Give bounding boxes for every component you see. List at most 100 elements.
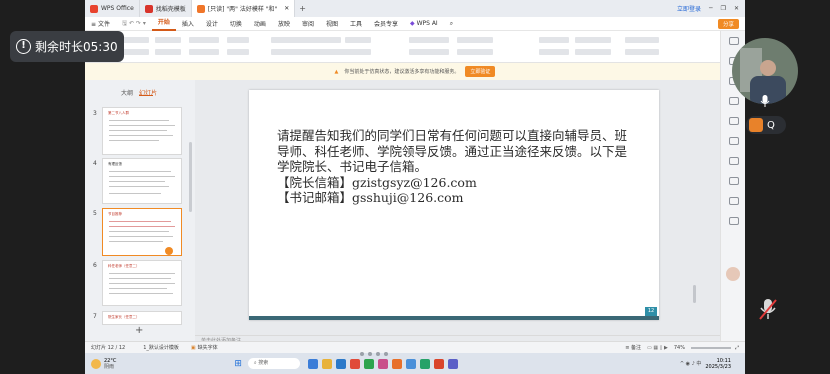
mic-muted-icon[interactable] xyxy=(755,295,781,325)
thumb-scrollbar[interactable] xyxy=(189,142,192,212)
new-tab-icon[interactable]: + xyxy=(299,4,306,13)
ribbon-button[interactable] xyxy=(539,49,569,55)
theme-name[interactable]: 1_默认设计模板 xyxy=(125,344,179,351)
animation-icon[interactable] xyxy=(729,97,739,105)
close-tab-icon[interactable]: ✕ xyxy=(284,5,289,12)
settings-icon[interactable] xyxy=(729,157,739,165)
app-icon[interactable] xyxy=(349,358,360,369)
app-icon[interactable] xyxy=(405,358,416,369)
zoom-level[interactable]: 74% xyxy=(674,345,691,351)
ribbon-button[interactable] xyxy=(539,37,569,43)
fit-window-icon[interactable]: ⤢ xyxy=(735,345,745,351)
paragraph-buttons[interactable] xyxy=(409,49,449,55)
search-icon[interactable]: ⌕ xyxy=(444,20,459,28)
menu-view[interactable]: 视图 xyxy=(320,19,344,28)
select-button[interactable] xyxy=(625,49,659,55)
slide-thumbnail[interactable]: 院生家长（任意二） xyxy=(102,311,182,325)
menu-file[interactable]: ≡ 文件 xyxy=(85,19,116,28)
wps-taskbar-icon[interactable] xyxy=(391,358,402,369)
ribbon-button[interactable] xyxy=(227,37,249,43)
menu-insert[interactable]: 插入 xyxy=(176,19,200,28)
menu-transition[interactable]: 切换 xyxy=(224,19,248,28)
slide-thumbnail[interactable]: 科任老师（任意二） xyxy=(102,260,182,306)
slide-thumbnail[interactable]: 有理反馈 xyxy=(102,158,182,204)
ribbon-button[interactable] xyxy=(189,49,219,55)
app-icon[interactable] xyxy=(377,358,388,369)
avatar[interactable] xyxy=(726,267,740,281)
edge-icon[interactable] xyxy=(335,358,346,369)
find-button[interactable] xyxy=(625,37,659,43)
microphone-icon[interactable] xyxy=(758,94,772,108)
ribbon-button[interactable] xyxy=(155,37,181,43)
login-link[interactable]: 立即登录 xyxy=(677,4,701,13)
slide-text-box[interactable]: 请提醒告知我们的同学们日常有任何问题可以直接向辅导员、班导师、科任老师、学院领导… xyxy=(277,128,637,206)
ribbon-button[interactable] xyxy=(575,49,611,55)
slide-thumbnail[interactable]: 节目推荐 xyxy=(102,208,182,256)
participant-badge[interactable]: Q xyxy=(746,116,786,134)
paragraph-buttons[interactable] xyxy=(409,37,449,43)
quick-access-icons[interactable]: 🖫 ↶ ↷ ▾ xyxy=(116,19,152,29)
app-icon[interactable] xyxy=(433,358,444,369)
ribbon-button[interactable] xyxy=(155,49,181,55)
font-style-buttons[interactable] xyxy=(271,49,371,55)
maximize-icon[interactable]: ❐ xyxy=(721,5,726,12)
ribbon-button[interactable] xyxy=(457,49,493,55)
current-slide[interactable]: 请提醒告知我们的同学们日常有任何问题可以直接向辅导员、班导师、科任老师、学院领导… xyxy=(249,90,659,320)
close-icon[interactable]: ✕ xyxy=(734,5,739,12)
menu-design[interactable]: 设计 xyxy=(200,19,224,28)
thumb-title: 科任老师（任意二） xyxy=(108,264,140,268)
menu-wps-ai[interactable]: ◆ WPS AI xyxy=(404,20,444,27)
menu-slideshow[interactable]: 放映 xyxy=(272,19,296,28)
verify-button[interactable]: 立即验证 xyxy=(465,66,496,77)
format-icon[interactable] xyxy=(729,37,739,45)
share-button[interactable]: 分享 xyxy=(717,18,739,29)
tab-document[interactable]: [只读] "两" 法好模样 "和" ✕ xyxy=(191,0,296,17)
menu-review[interactable]: 审阅 xyxy=(296,19,320,28)
task-view-icon[interactable] xyxy=(307,358,318,369)
layout-icon[interactable] xyxy=(729,217,739,225)
notice-text: 你当前处于仿真状态，建议激活多享有功能和服务。 xyxy=(344,69,460,75)
warning-icon: ▲ xyxy=(334,68,339,75)
menu-member[interactable]: 会员专享 xyxy=(368,19,404,28)
tray-icons[interactable]: ^ ◉ ♪ 中 xyxy=(680,360,706,367)
weather-text: 阴雨 xyxy=(104,363,115,370)
app-icon[interactable] xyxy=(447,358,458,369)
start-icon[interactable]: ⊞ xyxy=(234,359,242,369)
missing-font-label[interactable]: 缺失字体 xyxy=(196,344,218,351)
ribbon-toolbar[interactable] xyxy=(85,31,745,63)
canvas-scrollbar[interactable] xyxy=(693,285,696,303)
add-slide-button[interactable]: + xyxy=(135,325,143,336)
ribbon-button[interactable] xyxy=(457,37,493,43)
help-icon[interactable] xyxy=(729,177,739,185)
font-size-select[interactable] xyxy=(345,37,371,43)
tab-outline[interactable]: 大纲 xyxy=(121,88,133,97)
windows-taskbar: 22°C 阴雨 ⊞ ⌕ 搜索 ^ ◉ ♪ 中 10:11 2025/3/23 xyxy=(85,353,745,374)
ribbon-button[interactable] xyxy=(575,37,611,43)
transition-icon[interactable] xyxy=(729,117,739,125)
app-icon[interactable] xyxy=(419,358,430,369)
slide-thumbnail[interactable]: 第二节八人群 xyxy=(102,107,182,155)
tab-label: 找稻壳模板 xyxy=(155,6,186,13)
ribbon-button[interactable] xyxy=(227,49,249,55)
thumb-number: 5 xyxy=(93,210,97,217)
minimize-icon[interactable]: ─ xyxy=(709,5,713,12)
font-family-select[interactable] xyxy=(271,37,341,43)
menu-home[interactable]: 开始 xyxy=(151,17,176,31)
file-explorer-icon[interactable] xyxy=(321,358,332,369)
remaining-time-label: 剩余时长05:30 xyxy=(35,40,118,54)
tab-wps-office[interactable]: WPS Office xyxy=(85,0,140,17)
notes-toggle[interactable]: ≡ 备注 xyxy=(625,344,647,351)
menu-tools[interactable]: 工具 xyxy=(344,19,368,28)
share-icon[interactable] xyxy=(729,137,739,145)
app-icon[interactable] xyxy=(363,358,374,369)
ribbon-button[interactable] xyxy=(189,37,219,43)
tab-template[interactable]: 找稻壳模板 xyxy=(140,0,192,17)
menu-animation[interactable]: 动画 xyxy=(248,19,272,28)
taskbar-search[interactable]: ⌕ 搜索 xyxy=(247,358,300,369)
more-icon[interactable] xyxy=(729,197,739,205)
ribbon-button[interactable] xyxy=(121,49,149,55)
slide-editing-area[interactable]: 请提醒告知我们的同学们日常有任何问题可以直接向辅导员、班导师、科任老师、学院领导… xyxy=(195,80,720,345)
view-mode-icons[interactable]: ▭ ▦ ▯ ▶ xyxy=(647,345,674,351)
ribbon-button[interactable] xyxy=(121,37,149,43)
zoom-slider[interactable] xyxy=(690,346,731,349)
